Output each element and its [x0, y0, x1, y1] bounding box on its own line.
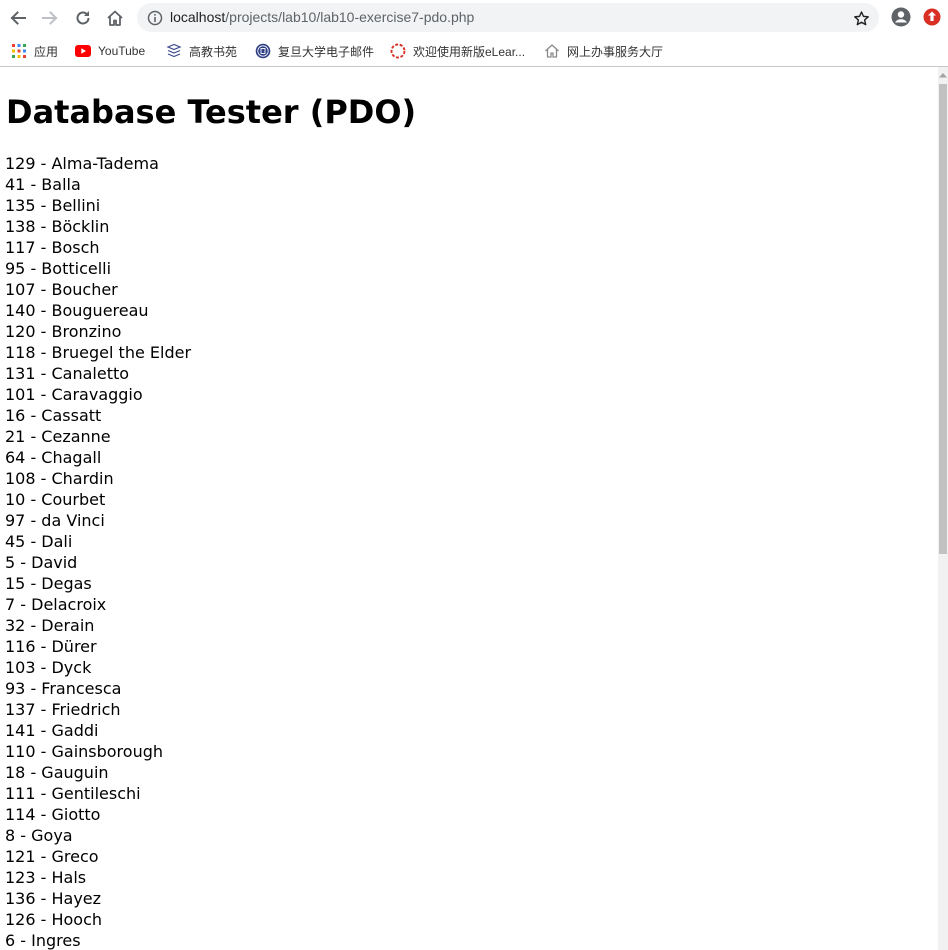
artist-list-item: 123 - Hals	[5, 868, 87, 887]
artist-list-item: 93 - Francesca	[5, 679, 122, 698]
artist-list-item: 16 - Cassatt	[5, 406, 102, 425]
url-text[interactable]: localhost/projects/lab10/lab10-exercise7…	[170, 9, 474, 26]
artist-list-item: 116 - Dürer	[5, 637, 97, 656]
artist-list-item: 126 - Hooch	[5, 910, 103, 929]
artist-list-item: 21 - Cezanne	[5, 427, 111, 446]
artist-list-item: 8 - Goya	[5, 826, 73, 845]
artist-list-item: 18 - Gauguin	[5, 763, 109, 782]
update-icon[interactable]	[922, 7, 942, 27]
artist-list-item: 101 - Caravaggio	[5, 385, 143, 404]
artist-list-item: 138 - Böcklin	[5, 217, 110, 236]
house-icon	[544, 43, 560, 59]
artist-list-item: 131 - Canaletto	[5, 364, 130, 383]
page-viewport: Database Tester (PDO) 129 - Alma-Tadema 4…	[0, 67, 938, 950]
site-info-icon[interactable]	[146, 9, 163, 26]
artist-list-item: 114 - Giotto	[5, 805, 101, 824]
arrow-left-icon	[10, 11, 26, 25]
artist-list-item: 136 - Hayez	[5, 889, 102, 908]
artist-list-item: 137 - Friedrich	[5, 700, 121, 719]
artist-list-item: 129 - Alma-Tadema	[5, 154, 159, 173]
youtube-icon	[75, 43, 91, 59]
fudan-seal-icon	[255, 43, 271, 59]
artist-list-item: 108 - Chardin	[5, 469, 114, 488]
reload-button[interactable]	[70, 5, 96, 31]
elearning-ring-icon	[390, 43, 406, 59]
artist-list-item: 6 - Ingres	[5, 931, 81, 950]
reload-icon	[76, 11, 90, 25]
url-host: localhost	[170, 9, 226, 25]
artist-list-item: 5 - David	[5, 553, 78, 572]
artist-list-item: 45 - Dali	[5, 532, 73, 551]
scrollbar-thumb[interactable]	[939, 84, 947, 554]
bookmark-label: 欢迎使用新版eLear...	[413, 44, 526, 59]
bookmark-youtube[interactable]: YouTube	[75, 40, 145, 62]
artist-list-item: 111 - Gentileschi	[5, 784, 141, 803]
artist-list-item: 7 - Delacroix	[5, 595, 107, 614]
bookmark-label: 高教书苑	[189, 44, 238, 59]
artist-list: 129 - Alma-Tadema 41 - Balla 135 - Bellini…	[5, 153, 191, 950]
bookmark-gaojiao[interactable]: 高教书苑	[166, 40, 237, 62]
home-button[interactable]	[102, 5, 128, 31]
url-path: /projects/lab10/lab10-exercise7-pdo.php	[225, 9, 475, 25]
artist-list-item: 120 - Bronzino	[5, 322, 122, 341]
apps-grid-icon	[11, 43, 27, 59]
scroll-up-arrow-icon[interactable]	[938, 70, 948, 80]
artist-list-item: 121 - Greco	[5, 847, 99, 866]
bookmark-service-hall[interactable]: 网上办事服务大厅	[544, 40, 663, 62]
browser-toolbar: localhost/projects/lab10/lab10-exercise7…	[0, 0, 948, 36]
bookmark-apps[interactable]: 应用	[11, 40, 58, 62]
home-icon	[107, 10, 123, 26]
artist-list-item: 95 - Botticelli	[5, 259, 112, 278]
back-button[interactable]	[5, 5, 31, 31]
artist-list-item: 107 - Boucher	[5, 280, 118, 299]
artist-list-item: 118 - Bruegel the Elder	[5, 343, 192, 362]
bookmark-elearning[interactable]: 欢迎使用新版eLear...	[390, 40, 525, 62]
arrow-right-icon	[42, 11, 58, 25]
bookmark-fudan-mail[interactable]: 复旦大学电子邮件	[255, 40, 374, 62]
vertical-scrollbar[interactable]	[938, 67, 948, 950]
artist-list-item: 15 - Degas	[5, 574, 92, 593]
page-title: Database Tester (PDO)	[6, 93, 417, 131]
artist-list-item: 97 - da Vinci	[5, 511, 105, 530]
bookmarks-bar: 应用 YouTube 高教书苑 复旦大学电子邮件 欢迎使用新版eLear... …	[0, 36, 948, 67]
profile-avatar-icon[interactable]	[890, 6, 912, 28]
artist-list-item: 117 - Bosch	[5, 238, 100, 257]
bookmark-label: 网上办事服务大厅	[567, 44, 664, 59]
artist-list-item: 41 - Balla	[5, 175, 81, 194]
bookmark-star-icon[interactable]	[851, 8, 871, 28]
artist-list-item: 64 - Chagall	[5, 448, 102, 467]
bookmark-label: 应用	[34, 44, 59, 59]
artist-list-item: 10 - Courbet	[5, 490, 106, 509]
bookmark-label: 复旦大学电子邮件	[278, 44, 375, 59]
forward-button[interactable]	[37, 5, 63, 31]
artist-list-item: 141 - Gaddi	[5, 721, 99, 740]
artist-list-item: 135 - Bellini	[5, 196, 101, 215]
artist-list-item: 103 - Dyck	[5, 658, 92, 677]
book-stack-icon	[166, 43, 182, 59]
artist-list-item: 140 - Bouguereau	[5, 301, 149, 320]
artist-list-item: 32 - Derain	[5, 616, 95, 635]
bookmark-label: YouTube	[98, 44, 146, 58]
artist-list-item: 110 - Gainsborough	[5, 742, 164, 761]
address-bar[interactable]: localhost/projects/lab10/lab10-exercise7…	[137, 3, 879, 32]
